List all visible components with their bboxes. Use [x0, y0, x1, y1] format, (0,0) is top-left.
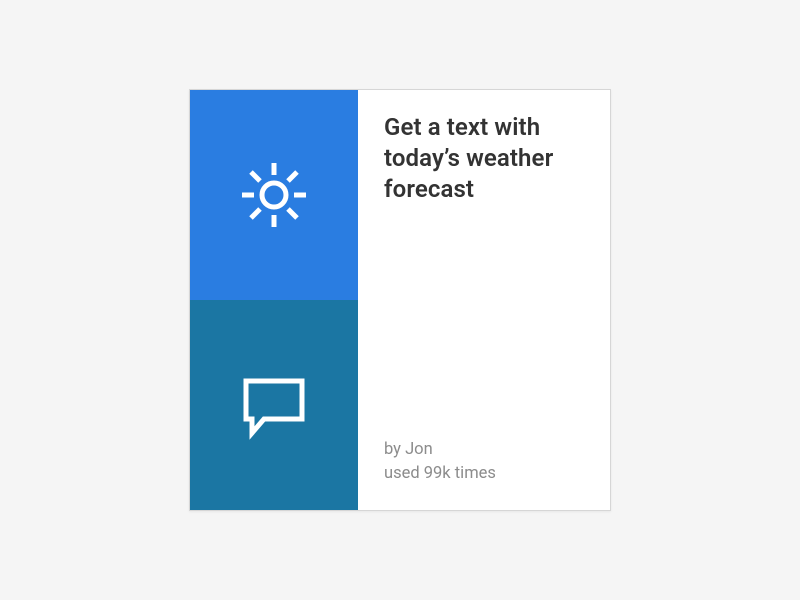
applet-card[interactable]: Get a text with today’s weather forecast…	[189, 89, 611, 511]
chat-bubble-icon	[232, 363, 316, 447]
icon-column	[190, 90, 358, 510]
usage-count: 99k	[424, 464, 451, 483]
usage-line: used 99k times	[384, 462, 588, 486]
usage-suffix: times	[451, 464, 496, 483]
author-line: by Jon	[384, 438, 588, 462]
applet-title: Get a text with today’s weather forecast	[384, 112, 588, 206]
stage: Get a text with today’s weather forecast…	[0, 0, 800, 600]
action-tile	[190, 300, 358, 510]
applet-meta: by Jon used 99k times	[384, 438, 588, 486]
usage-prefix: used	[384, 464, 424, 483]
content-column: Get a text with today’s weather forecast…	[358, 90, 610, 510]
sun-icon	[234, 155, 314, 235]
author-prefix: by	[384, 440, 405, 459]
trigger-tile	[190, 90, 358, 300]
author-name: Jon	[405, 440, 433, 459]
